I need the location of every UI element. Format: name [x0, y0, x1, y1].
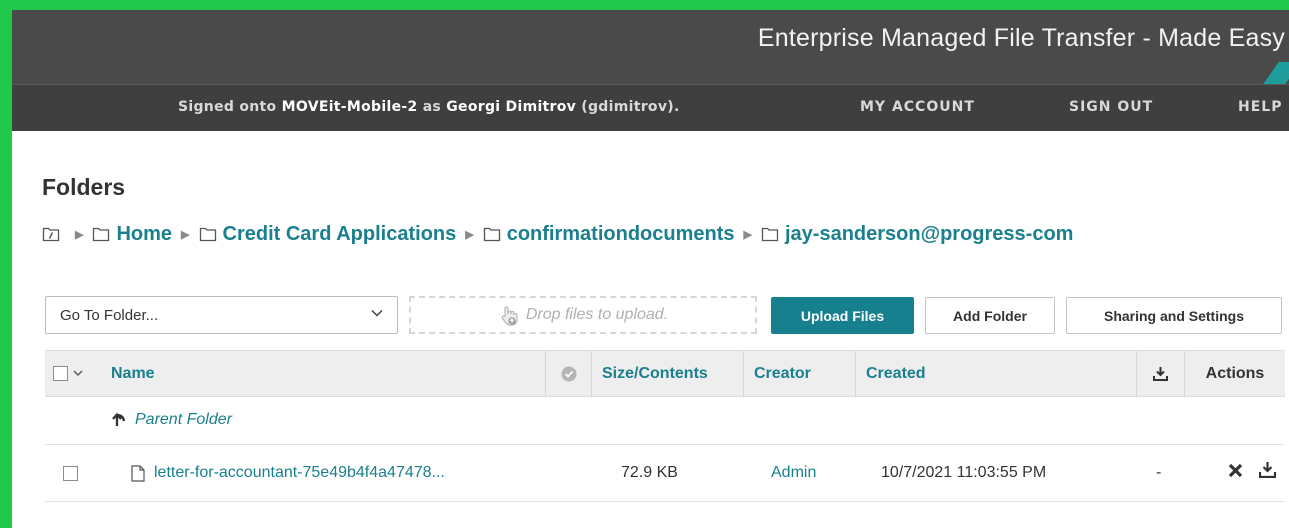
column-actions: Actions	[1184, 351, 1285, 396]
signed-on-status: Signed onto MOVEit-Mobile-2 as Georgi Di…	[178, 99, 680, 115]
table-row: letter-for-accountant-75e49b4f4a47478...…	[45, 445, 1285, 502]
accent-stripe	[1263, 62, 1289, 84]
folder-icon	[93, 227, 110, 241]
server-name: MOVEit-Mobile-2	[281, 99, 418, 115]
row-checkbox[interactable]	[63, 465, 78, 481]
chevron-down-icon	[371, 309, 383, 317]
breadcrumb-credit-card-label: Credit Card Applications	[222, 222, 457, 245]
delete-icon	[1228, 463, 1243, 477]
breadcrumb-home[interactable]: Home	[92, 223, 172, 246]
folder-icon	[483, 227, 500, 241]
chevron-down-icon[interactable]	[73, 370, 83, 377]
my-account-link[interactable]: MY ACCOUNT	[860, 99, 975, 115]
column-created[interactable]: Created	[855, 351, 1136, 396]
parent-folder-label: Parent Folder	[135, 411, 232, 428]
signed-prefix: Signed onto	[178, 99, 282, 115]
up-arrow-icon	[112, 412, 126, 426]
file-name-cell[interactable]: letter-for-accountant-75e49b4f4a47478...	[131, 445, 445, 501]
page-title: Folders	[42, 174, 126, 200]
parent-folder-row[interactable]: Parent Folder	[45, 396, 1285, 445]
table-header: Name Size/Contents Creator Created Actio…	[45, 350, 1285, 397]
breadcrumb-separator: ▶	[75, 228, 84, 241]
column-size[interactable]: Size/Contents	[591, 351, 743, 396]
creator-link[interactable]: Admin	[771, 445, 816, 501]
sharing-and-settings-button[interactable]: Sharing and Settings	[1066, 297, 1282, 334]
check-circle-icon	[561, 366, 576, 381]
breadcrumb-separator: ▶	[465, 228, 474, 241]
breadcrumb-credit-card-applications[interactable]: Credit Card Applications	[199, 222, 457, 246]
breadcrumb-home-label: Home	[116, 222, 173, 245]
breadcrumb-current-label: jay-sanderson@progress-com	[784, 222, 1074, 245]
nav-bar: Signed onto MOVEit-Mobile-2 as Georgi Di…	[12, 84, 1289, 131]
file-name-link[interactable]: letter-for-accountant-75e49b4f4a47478...	[154, 464, 445, 482]
top-banner: Enterprise Managed File Transfer - Made …	[12, 10, 1289, 84]
file-icon	[131, 464, 145, 482]
hand-drop-icon	[501, 306, 518, 326]
add-folder-button[interactable]: Add Folder	[925, 297, 1055, 334]
download-icon	[1153, 367, 1168, 381]
breadcrumb-current-folder[interactable]: jay-sanderson@progress-com	[761, 223, 1073, 246]
root-folder-link[interactable]	[42, 227, 66, 242]
upload-files-button[interactable]: Upload Files	[771, 297, 914, 334]
download-icon	[1259, 461, 1276, 478]
download-count: -	[1156, 464, 1162, 481]
tagline: Enterprise Managed File Transfer - Made …	[757, 24, 1285, 52]
folder-root-icon	[42, 227, 60, 241]
breadcrumb-confirmationdocuments[interactable]: confirmationdocuments	[483, 223, 735, 246]
drop-zone[interactable]: Drop files to upload.	[409, 296, 757, 334]
select-all-control[interactable]	[45, 351, 101, 396]
drop-zone-text: Drop files to upload.	[525, 306, 669, 323]
app-window: Enterprise Managed File Transfer - Made …	[12, 10, 1289, 528]
help-link[interactable]: HELP	[1238, 99, 1282, 115]
folder-icon	[761, 227, 779, 241]
delete-button[interactable]	[1228, 442, 1243, 498]
column-downloads	[1136, 351, 1184, 396]
parent-folder-link[interactable]: Parent Folder	[111, 396, 232, 444]
breadcrumb-separator: ▶	[743, 228, 752, 241]
go-to-folder-value: Go To Folder...	[60, 306, 159, 324]
created-date: 10/7/2021 11:03:55 PM	[881, 464, 1047, 481]
as-text: as	[417, 99, 447, 115]
user-id: (gdimitrov).	[576, 99, 680, 115]
folder-icon	[199, 227, 216, 241]
row-select[interactable]	[63, 445, 78, 501]
column-creator[interactable]: Creator	[743, 351, 855, 396]
sign-out-link[interactable]: SIGN OUT	[1069, 99, 1153, 115]
breadcrumb-separator: ▶	[181, 228, 190, 241]
breadcrumb-confirmation-label: confirmationdocuments	[506, 222, 735, 245]
select-all-checkbox[interactable]	[53, 366, 68, 381]
file-size: 72.9 KB	[621, 464, 678, 481]
breadcrumb: ▶ Home ▶ Credit Card Applications ▶ conf…	[42, 220, 1073, 248]
download-button[interactable]	[1259, 441, 1276, 497]
go-to-folder-select[interactable]: Go To Folder...	[45, 296, 398, 334]
column-name[interactable]: Name	[101, 351, 545, 396]
user-name: Georgi Dimitrov	[446, 99, 577, 115]
column-status[interactable]	[545, 351, 591, 396]
